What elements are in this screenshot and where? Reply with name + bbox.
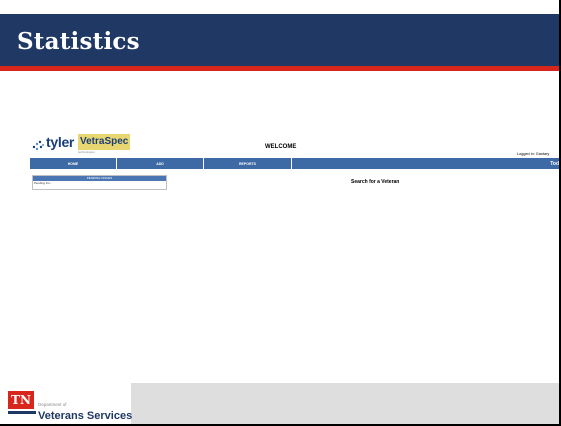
pending-issue-item[interactable]: Pending Inv... bbox=[33, 181, 166, 185]
header-accent-line bbox=[0, 66, 561, 71]
tn-state-logo: TN bbox=[8, 391, 34, 409]
slide-header: Statistics bbox=[0, 14, 561, 66]
app-logo[interactable]: tyler VetraSpec technologies bbox=[32, 132, 142, 154]
nav-add[interactable]: ADD bbox=[117, 158, 204, 169]
nav-home[interactable]: HOME bbox=[30, 158, 117, 169]
dept-of-label: Department of bbox=[38, 402, 67, 407]
nav-today[interactable]: Tod bbox=[292, 158, 561, 169]
veterans-services-label: Veterans Services bbox=[38, 410, 133, 422]
embedded-app-screenshot: tyler VetraSpec technologies WELCOME Log… bbox=[30, 130, 561, 382]
logo-brand: tyler bbox=[46, 134, 75, 150]
nav-reports[interactable]: REPORTS bbox=[204, 158, 292, 169]
search-veteran-heading: Search for a Veteran bbox=[351, 179, 400, 185]
slide: Statistics tyler VetraSpec technologies … bbox=[0, 0, 561, 426]
tn-logo-underline bbox=[8, 411, 36, 414]
pending-issues-panel: PENDING ISSUES Pending Inv... bbox=[32, 175, 167, 190]
app-nav-bar: HOME ADD REPORTS Tod bbox=[30, 158, 561, 169]
slide-title: Statistics bbox=[17, 28, 140, 55]
logo-dots-icon bbox=[32, 140, 44, 151]
logged-in-text: Logged in: Gantary bbox=[517, 152, 550, 156]
welcome-heading: WELCOME bbox=[265, 144, 297, 150]
logo-product: VetraSpec bbox=[78, 134, 131, 150]
logo-subtext: technologies bbox=[78, 150, 95, 154]
